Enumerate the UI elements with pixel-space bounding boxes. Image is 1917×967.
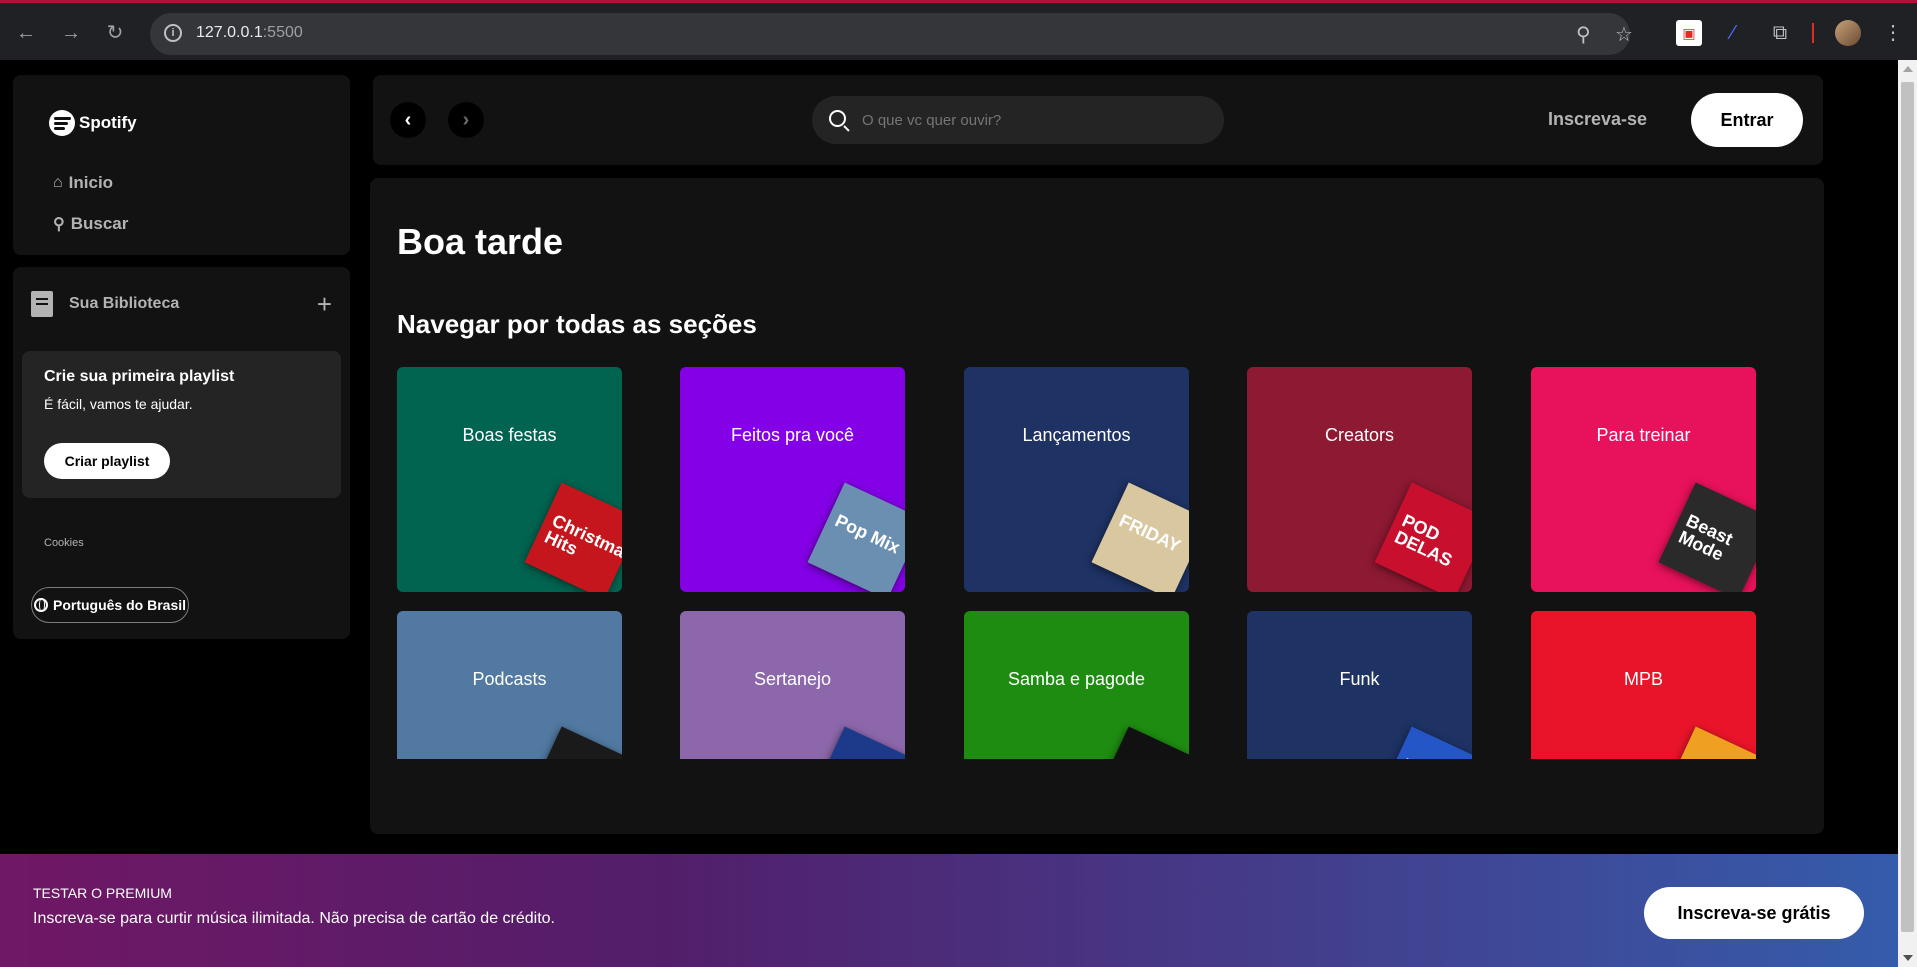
- url-host: 127.0.0.1: [196, 24, 263, 41]
- genre-card[interactable]: Boas festas Christmas Hits: [397, 367, 622, 592]
- sidebar-item-label: Inicio: [68, 173, 114, 192]
- genre-card[interactable]: MPB: [1531, 611, 1756, 759]
- search-icon: ⚲: [53, 216, 65, 233]
- genre-card-art: POD DELAS: [1374, 482, 1472, 592]
- library-title: Sua Biblioteca: [69, 295, 180, 312]
- cookies-link[interactable]: Cookies: [44, 537, 84, 549]
- genre-card-art: [807, 726, 905, 759]
- genre-card-label: Podcasts: [472, 669, 547, 689]
- forward-button[interactable]: ›: [448, 102, 484, 138]
- genre-card-art: FRIDAY: [1091, 482, 1189, 592]
- sidebar-item-buscar[interactable]: ⚲ Buscar: [53, 214, 128, 234]
- search-input[interactable]: [862, 108, 1202, 132]
- create-playlist-subtitle: É fácil, vamos te ajudar.: [44, 396, 193, 412]
- site-info-icon[interactable]: i: [164, 24, 182, 42]
- genre-card-label: Para treinar: [1596, 425, 1691, 445]
- extension-icon[interactable]: ▣: [1676, 20, 1702, 46]
- spotify-logo[interactable]: Spotify: [49, 110, 137, 136]
- genre-card-art: [1091, 726, 1189, 759]
- genre-card-label: Boas festas: [462, 425, 557, 445]
- genre-card-label: Samba e pagode: [1007, 669, 1146, 689]
- extension-icon[interactable]: ⁄: [1720, 20, 1746, 46]
- genre-card[interactable]: Funk FUN: [1247, 611, 1472, 759]
- genre-card-label: Creators: [1324, 425, 1395, 445]
- genre-card-label: Lançamentos: [1022, 425, 1131, 445]
- genre-card-art: FUN: [1374, 726, 1472, 759]
- library-icon: [31, 291, 53, 317]
- genre-card[interactable]: Creators POD DELAS: [1247, 367, 1472, 592]
- zoom-icon[interactable]: ⚲: [1576, 22, 1591, 47]
- genre-card[interactable]: Para treinar Beast Mode: [1531, 367, 1756, 592]
- genre-card-label: Sertanejo: [753, 669, 832, 689]
- spotify-logo-icon: [49, 110, 75, 136]
- sidebar-nav: Spotify ⌂ Inicio ⚲ Buscar: [13, 75, 350, 255]
- genre-card-label: Funk: [1339, 669, 1380, 689]
- plus-icon[interactable]: +: [317, 291, 332, 317]
- genre-card-art-text: POD DELAS: [1391, 510, 1456, 571]
- genre-card[interactable]: Samba e pagode: [964, 611, 1189, 759]
- premium-banner[interactable]: TESTAR O PREMIUM Inscreva-se para curtir…: [0, 854, 1898, 967]
- genre-card-art-text: FUN: [1399, 754, 1441, 759]
- section-title: Navegar por todas as seções: [397, 309, 757, 339]
- scroll-down-icon[interactable]: [1903, 955, 1913, 961]
- genre-card[interactable]: Sertanejo: [680, 611, 905, 759]
- genre-card[interactable]: Lançamentos FRIDAY: [964, 367, 1189, 592]
- language-button[interactable]: Português do Brasil: [31, 587, 189, 623]
- banner-text: Inscreva-se para curtir música ilimitada…: [33, 910, 555, 927]
- globe-icon: [33, 598, 48, 612]
- page-title: Boa tarde: [397, 221, 564, 262]
- genre-card-art-text: Christmas Hits: [541, 510, 622, 566]
- search-icon: [829, 110, 846, 127]
- logo-text: Spotify: [79, 113, 137, 132]
- genre-grid: Boas festas Christmas Hits Feitos pra você…: [397, 367, 1777, 759]
- url-port: :5500: [262, 24, 303, 41]
- browser-toolbar: ← → ↻ i 127.0.0.1:5500 ⚲ ☆ ▣ ⁄ ⧉ ⋮: [0, 0, 1917, 60]
- sidebar-library: Sua Biblioteca + Crie sua primeira playl…: [13, 267, 350, 639]
- genre-card-art: [1658, 726, 1756, 759]
- scroll-up-icon[interactable]: [1903, 66, 1913, 72]
- reload-icon[interactable]: ↻: [101, 19, 129, 47]
- genre-card-label: MPB: [1623, 669, 1663, 689]
- back-icon[interactable]: ←: [12, 19, 40, 47]
- language-label: Português do Brasil: [52, 597, 187, 613]
- address-bar[interactable]: i 127.0.0.1:5500 ⚲ ☆: [150, 13, 1633, 55]
- search-box[interactable]: [812, 96, 1224, 144]
- genre-card-art: Pop Mix: [807, 482, 905, 592]
- main-content: Boa tarde Navegar por todas as seções Bo…: [370, 178, 1824, 834]
- profile-avatar[interactable]: [1835, 20, 1861, 46]
- create-playlist-button[interactable]: Criar playlist: [44, 443, 170, 479]
- genre-card-label: Feitos pra você: [730, 425, 855, 445]
- sidebar-item-label: Buscar: [70, 214, 129, 233]
- genre-card[interactable]: Podcasts: [397, 611, 622, 759]
- signup-free-button[interactable]: Inscreva-se grátis: [1644, 887, 1864, 939]
- create-playlist-card: Crie sua primeira playlist É fácil, vamo…: [22, 351, 341, 498]
- home-icon: ⌂: [53, 174, 63, 191]
- page-scrollbar[interactable]: [1898, 60, 1917, 967]
- genre-card-art: Christmas Hits: [524, 482, 622, 592]
- top-bar: ‹ › Inscreva-se Entrar: [373, 75, 1823, 165]
- scroll-thumb[interactable]: [1901, 82, 1914, 932]
- genre-card-art: [524, 726, 622, 759]
- forward-icon[interactable]: →: [57, 19, 85, 47]
- bookmark-star-icon[interactable]: ☆: [1615, 22, 1633, 47]
- genre-card[interactable]: Feitos pra você Pop Mix: [680, 367, 905, 592]
- genre-card-art: Beast Mode: [1658, 482, 1756, 592]
- address-url[interactable]: 127.0.0.1:5500: [196, 24, 303, 42]
- signup-link[interactable]: Inscreva-se: [1548, 109, 1647, 130]
- login-button[interactable]: Entrar: [1691, 93, 1803, 147]
- menu-kebab-icon[interactable]: ⋮: [1880, 20, 1906, 46]
- extensions-puzzle-icon[interactable]: ⧉: [1767, 20, 1793, 46]
- genre-card-art-text: Beast Mode: [1675, 510, 1736, 565]
- banner-title: TESTAR O PREMIUM: [33, 885, 172, 901]
- create-playlist-title: Crie sua primeira playlist: [44, 368, 235, 385]
- sidebar-item-inicio[interactable]: ⌂ Inicio: [53, 173, 113, 193]
- toolbar-divider: [1812, 23, 1814, 43]
- library-header[interactable]: Sua Biblioteca: [31, 291, 179, 317]
- genre-card-art-text: Pop Mix: [832, 510, 904, 558]
- back-button[interactable]: ‹: [390, 102, 426, 138]
- genre-card-art-text: FRIDAY: [1116, 510, 1184, 557]
